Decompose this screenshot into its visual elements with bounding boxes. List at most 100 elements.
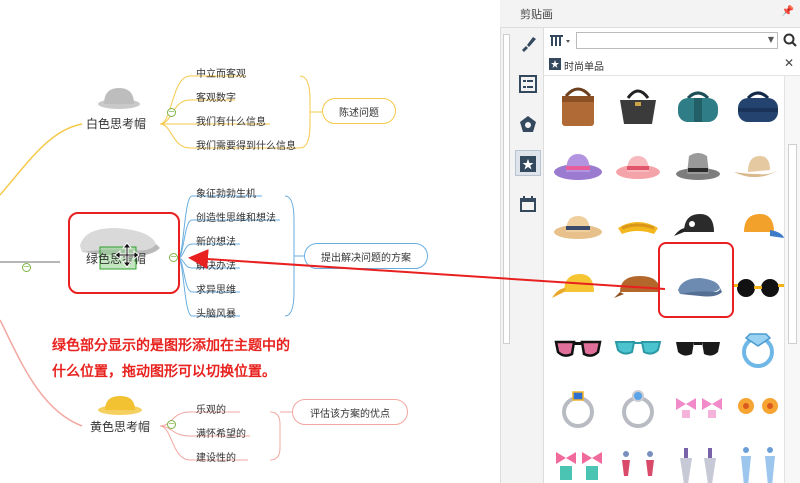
chain-earrings-icon[interactable]	[670, 438, 726, 483]
annotation-line-1: 绿色部分显示的是图形添加在主题中的	[52, 338, 290, 354]
duffel-bag-teal-icon[interactable]	[670, 78, 726, 134]
tote-bag-brown-icon[interactable]	[550, 78, 606, 134]
pin-icon[interactable]: 📌	[782, 6, 794, 17]
sunglasses-teal-icon	[614, 341, 662, 355]
yellow-hat-icon	[98, 396, 142, 415]
category-header[interactable]: 时尚单品 ✕	[544, 54, 800, 76]
highlight-selected-clipart	[658, 242, 734, 318]
fedora-grey-icon[interactable]	[670, 138, 726, 194]
subtopic[interactable]: 解决办法	[196, 260, 236, 274]
drop-earrings-icon[interactable]	[610, 438, 666, 483]
subtopic[interactable]: 求异思维	[196, 284, 236, 298]
panel-header: 剪贴画 📌	[500, 0, 800, 28]
visor-yellow-icon[interactable]	[610, 198, 666, 254]
sunglasses-teal-icon[interactable]	[610, 318, 666, 374]
topic-white-hat[interactable]: 白色思考帽	[86, 115, 146, 132]
duffel-bag-teal-icon	[678, 91, 718, 122]
subtopic[interactable]: 我们有什么信息	[196, 116, 266, 130]
ring-silver-pink-icon[interactable]	[610, 378, 666, 434]
visor-yellow-icon	[618, 222, 658, 234]
handbag-black-icon	[620, 89, 656, 124]
move-cursor-icon	[114, 242, 140, 268]
app-window: 白色思考帽 − 中立而客观 客观数字 我们有什么信息 我们需要得到什么信息 陈述…	[0, 0, 800, 483]
sun-hat-pink-icon	[616, 156, 660, 179]
brush-icon[interactable]	[518, 34, 538, 54]
cowboy-hat-beige-icon[interactable]	[730, 138, 784, 194]
sun-hat-pink-icon[interactable]	[610, 138, 666, 194]
mindmap-canvas[interactable]: 白色思考帽 − 中立而客观 客观数字 我们有什么信息 我们需要得到什么信息 陈述…	[0, 0, 500, 483]
tassel-earrings-icon	[741, 447, 775, 483]
ring-silver-blue-icon	[562, 391, 594, 428]
cap-orange-blue-icon[interactable]	[730, 198, 784, 254]
cap-orange-blue-icon	[744, 214, 784, 238]
subtopic[interactable]: 建设性的	[196, 452, 236, 466]
straw-hat-icon	[554, 216, 602, 239]
ring-blue-gem-icon	[742, 333, 774, 368]
subtopic[interactable]: 我们需要得到什么信息	[196, 140, 296, 154]
ring-blue-gem-icon[interactable]	[730, 318, 784, 374]
chain-earrings-icon	[680, 448, 716, 483]
chevron-down-icon[interactable]: ▼	[768, 35, 774, 44]
subtopic[interactable]: 创造性思维和想法	[196, 212, 276, 226]
category-icon	[549, 58, 561, 70]
summary-yellow-hat[interactable]: 评估该方案的优点	[292, 399, 408, 425]
sunglasses-aviator-icon	[676, 342, 720, 356]
bow-earrings-icon[interactable]	[670, 378, 726, 434]
library-search-combo[interactable]: ▼	[576, 32, 778, 49]
cap-yellow-icon	[552, 274, 594, 298]
tote-bag-brown-icon	[562, 87, 594, 126]
tassel-earrings-icon[interactable]	[730, 438, 784, 483]
duffel-bag-navy-icon	[738, 91, 778, 122]
panel-toolbar: ▼	[544, 28, 800, 54]
panel-scrollbar[interactable]	[784, 76, 800, 483]
subtopic[interactable]: 中立而客观	[196, 68, 246, 82]
fedora-grey-icon	[676, 153, 720, 180]
collapse-toggle[interactable]: −	[22, 263, 31, 272]
canvas-scrollbar[interactable]	[500, 28, 512, 483]
scroll-thumb[interactable]	[503, 34, 510, 344]
list-icon[interactable]	[518, 74, 538, 94]
bow-earrings-teal-icon[interactable]	[550, 438, 606, 483]
subtopic[interactable]: 乐观的	[196, 404, 226, 418]
subtopic[interactable]: 头脑风暴	[196, 308, 236, 322]
sun-hat-purple-icon	[554, 154, 602, 180]
topic-yellow-hat[interactable]: 黄色思考帽	[90, 418, 150, 435]
sunglasses-black-icon	[732, 279, 784, 297]
scroll-thumb[interactable]	[788, 144, 797, 344]
flower-earrings-icon[interactable]	[730, 378, 784, 434]
close-icon[interactable]: ✕	[784, 56, 794, 70]
subtopic[interactable]: 象征勃勃生机	[196, 188, 256, 202]
annotation-line-2: 什么位置，拖动图形可以切换位置。	[52, 364, 276, 380]
subtopic[interactable]: 新的想法	[196, 236, 236, 250]
search-icon[interactable]	[782, 32, 798, 48]
straw-hat-icon[interactable]	[550, 198, 606, 254]
panel-title: 剪贴画	[520, 8, 553, 21]
ring-silver-pink-icon	[622, 390, 654, 428]
collapse-toggle[interactable]: −	[167, 108, 176, 117]
clipart-icon[interactable]	[518, 154, 538, 174]
pentagon-icon[interactable]	[518, 114, 538, 134]
drop-earrings-icon	[622, 451, 654, 476]
category-label: 时尚单品	[564, 62, 604, 73]
calendar-icon[interactable]	[518, 194, 538, 214]
grey-hat-icon	[98, 88, 140, 109]
subtopic[interactable]: 客观数字	[196, 92, 236, 106]
collapse-toggle[interactable]: −	[167, 420, 176, 429]
bow-earrings-teal-icon	[556, 452, 602, 480]
subtopic[interactable]: 满怀希望的	[196, 428, 246, 442]
ring-silver-blue-icon[interactable]	[550, 378, 606, 434]
side-tab-strip	[512, 28, 544, 483]
sunglasses-black-icon[interactable]	[730, 258, 784, 314]
duffel-bag-navy-icon[interactable]	[730, 78, 784, 134]
sunglasses-pink-icon[interactable]	[550, 318, 606, 374]
bow-earrings-icon	[676, 398, 722, 418]
cowboy-hat-beige-icon	[734, 156, 782, 178]
summary-green-hat[interactable]: 提出解决问题的方案	[304, 243, 428, 269]
flower-earrings-icon	[738, 398, 778, 414]
library-icon[interactable]	[550, 34, 572, 48]
cap-yellow-icon[interactable]	[550, 258, 606, 314]
sunglasses-aviator-icon[interactable]	[670, 318, 726, 374]
sun-hat-purple-icon[interactable]	[550, 138, 606, 194]
summary-white-hat[interactable]: 陈述问题	[322, 98, 396, 124]
handbag-black-icon[interactable]	[610, 78, 666, 134]
